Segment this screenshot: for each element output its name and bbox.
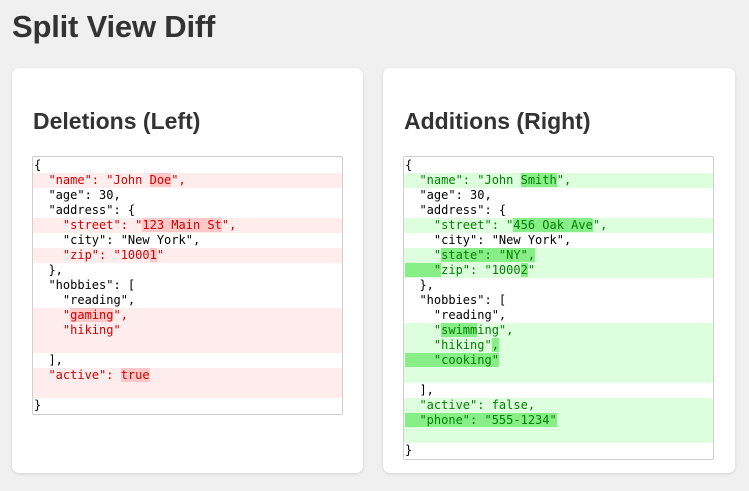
code-text: } [34, 398, 42, 412]
code-line: "city": "New York", [404, 233, 713, 248]
code-line: "gaming", [33, 308, 342, 323]
diff-highlight: 123 Main St [142, 218, 222, 232]
code-line: "reading", [404, 308, 713, 323]
code-text: zip": "1000 [441, 263, 521, 277]
diff-highlight: "cooking" [405, 353, 499, 367]
diff-highlight: Doe [149, 173, 172, 187]
code-text: "active": [34, 368, 121, 382]
code-text: "hiking" [34, 323, 121, 337]
code-text: "name": "John [405, 173, 521, 187]
code-text: ], [34, 353, 63, 367]
diff-highlight: Smith [520, 173, 557, 187]
code-text: "hiking" [405, 338, 492, 352]
code-text: " [405, 323, 442, 337]
code-line: { [404, 158, 713, 173]
code-text: ], [405, 383, 434, 397]
code-text: "zip": "1000 [34, 248, 150, 262]
code-line: "phone": "555-1234" [404, 413, 713, 428]
deletions-code-view[interactable]: { "name": "John Doe", "age": 30, "addres… [32, 156, 343, 415]
diff-highlight: , [491, 338, 499, 352]
code-text: "age": 30, [405, 188, 492, 202]
code-line: ], [33, 353, 342, 368]
code-text: " [34, 308, 71, 322]
code-text: ", [556, 173, 572, 187]
code-text: { [34, 158, 42, 172]
code-text: ", [171, 173, 186, 187]
code-line: "hiking", [404, 338, 713, 353]
code-line: "zip": "10001" [33, 248, 342, 263]
diff-highlight: 2 [520, 263, 528, 277]
code-text: }, [405, 278, 434, 292]
code-line: "swimming", [404, 323, 713, 338]
code-text: { [405, 158, 413, 172]
code-line: "reading", [33, 293, 342, 308]
code-text: " [527, 263, 536, 277]
diff-highlight: " [405, 263, 442, 277]
code-text: "name": "John [34, 173, 150, 187]
code-text: "street": " [34, 218, 143, 232]
code-line: ], [404, 383, 713, 398]
additions-panel: Additions (Right) { "name": "John Smith"… [383, 68, 735, 473]
code-line: "cooking" [404, 353, 713, 368]
code-text: } [405, 443, 413, 457]
code-line: "state": "NY", [404, 248, 713, 263]
code-line: "hobbies": [ [404, 293, 713, 308]
diff-highlight: true [120, 368, 150, 382]
code-text: "address": { [34, 203, 136, 217]
code-text: "address": { [405, 203, 507, 217]
code-line: "age": 30, [404, 188, 713, 203]
code-line [404, 368, 713, 383]
code-line: "active": false, [404, 398, 713, 413]
code-text: ", [592, 218, 608, 232]
code-text: "reading", [405, 308, 507, 322]
code-text: "city": "New York", [34, 233, 201, 247]
code-text: ", [113, 308, 128, 322]
diff-highlight: swimm [441, 323, 478, 337]
deletions-panel-title: Deletions (Left) [33, 108, 201, 134]
code-text: "hobbies": [ [405, 293, 507, 307]
code-line: "hobbies": [ [33, 278, 342, 293]
diff-highlight: gaming [70, 308, 114, 322]
diff-highlight: "phone": "555-1234" [405, 413, 557, 427]
code-line: } [33, 398, 342, 413]
code-line: "name": "John Doe", [33, 173, 342, 188]
code-text: ing", [477, 323, 514, 337]
code-line: "street": "123 Main St", [33, 218, 342, 233]
code-line: "zip": "10002" [404, 263, 713, 278]
additions-panel-title: Additions (Right) [404, 108, 591, 134]
code-line: }, [404, 278, 713, 293]
code-line [33, 383, 342, 398]
code-text: "city": "New York", [405, 233, 572, 247]
diff-highlight: 1 [149, 248, 157, 262]
code-line: "hiking" [33, 323, 342, 338]
code-text: "reading", [34, 293, 136, 307]
code-line: "active": true [33, 368, 342, 383]
deletions-panel: Deletions (Left) { "name": "John Doe", "… [12, 68, 363, 473]
code-line: "name": "John Smith", [404, 173, 713, 188]
code-line [404, 428, 713, 443]
diff-highlight: 456 Oak Ave [513, 218, 593, 232]
code-line: "street": "456 Oak Ave", [404, 218, 713, 233]
code-text: "hobbies": [ [34, 278, 136, 292]
code-line: { [33, 158, 342, 173]
page-title: Split View Diff [12, 9, 216, 44]
diff-highlight: state": "NY", [441, 248, 536, 262]
code-text: ", [221, 218, 237, 232]
code-text: "age": 30, [34, 188, 121, 202]
code-text: "active": false, [405, 398, 536, 412]
code-line: "city": "New York", [33, 233, 342, 248]
code-text: " [405, 248, 442, 262]
code-line: } [404, 443, 713, 458]
code-text: " [156, 248, 165, 262]
code-line: "age": 30, [33, 188, 342, 203]
code-line: "address": { [404, 203, 713, 218]
code-line: }, [33, 263, 342, 278]
code-line [33, 338, 342, 353]
code-line: "address": { [33, 203, 342, 218]
code-text: }, [34, 263, 63, 277]
code-text: "street": " [405, 218, 514, 232]
additions-code-view[interactable]: { "name": "John Smith", "age": 30, "addr… [403, 156, 714, 460]
